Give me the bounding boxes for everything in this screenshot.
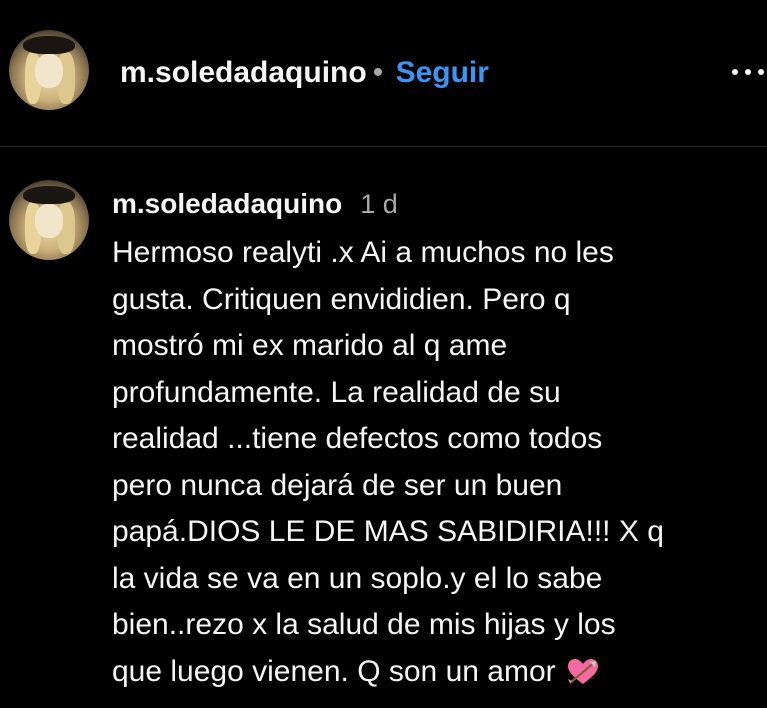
comment-line: Hermoso realyti .x Ai a muchos no les: [112, 236, 614, 269]
comment-line: pero nunca dejará de ser un buen: [112, 468, 563, 502]
comment-username[interactable]: m.soledadaquino: [112, 188, 342, 219]
avatar-face: [35, 204, 63, 238]
comment-timestamp: 1 d: [360, 189, 398, 219]
post-header: m.soledadaquino • Seguir: [0, 0, 767, 147]
follow-button[interactable]: Seguir: [396, 56, 489, 89]
comment-body: m.soledadaquino 1 d Hermoso realyti .x Ai…: [112, 186, 752, 695]
comment-line-last: que luego vienen. Q son un amor: [112, 649, 732, 696]
more-dot: [745, 69, 751, 75]
comment-line: mostró mi ex marido al q ame: [112, 329, 508, 362]
avatar-hat: [23, 36, 75, 54]
comment-line: gusta. Critiquen envididien. Pero q: [112, 282, 571, 316]
comment-line: papá.DIOS LE DE MAS SABIDIRIA!!! X q: [112, 515, 664, 548]
header-user-line: m.soledadaquino • Seguir: [120, 55, 489, 91]
comment-line: bien..rezo x la salud de mis hijas y los: [112, 608, 616, 641]
post-comment-panel: m.soledadaquino • Seguir m.soledadaquino 1…: [0, 0, 767, 708]
header-separator: •: [372, 56, 384, 89]
comment-line: realidad ...tiene defectos como todos: [112, 422, 603, 455]
avatar-hat: [23, 186, 75, 204]
comment-line: profundamente. La realidad de su: [112, 375, 561, 409]
more-options-icon[interactable]: [728, 60, 767, 84]
more-dot: [732, 69, 738, 75]
comment-line: la vida se va en un soplo.y el lo sabe: [112, 561, 603, 595]
comment-text: Hermoso realyti .x Ai a muchos no les gu…: [112, 230, 732, 695]
avatar-face: [35, 54, 63, 88]
avatar[interactable]: [9, 30, 89, 110]
comment-line-text: que luego vienen. Q son un amor: [112, 654, 556, 688]
comment-avatar[interactable]: [9, 180, 89, 260]
more-dot: [758, 69, 764, 75]
comment-meta: m.soledadaquino 1 d: [112, 186, 752, 222]
header-username[interactable]: m.soledadaquino: [120, 56, 367, 89]
heart-with-arrow-icon: [566, 655, 600, 685]
